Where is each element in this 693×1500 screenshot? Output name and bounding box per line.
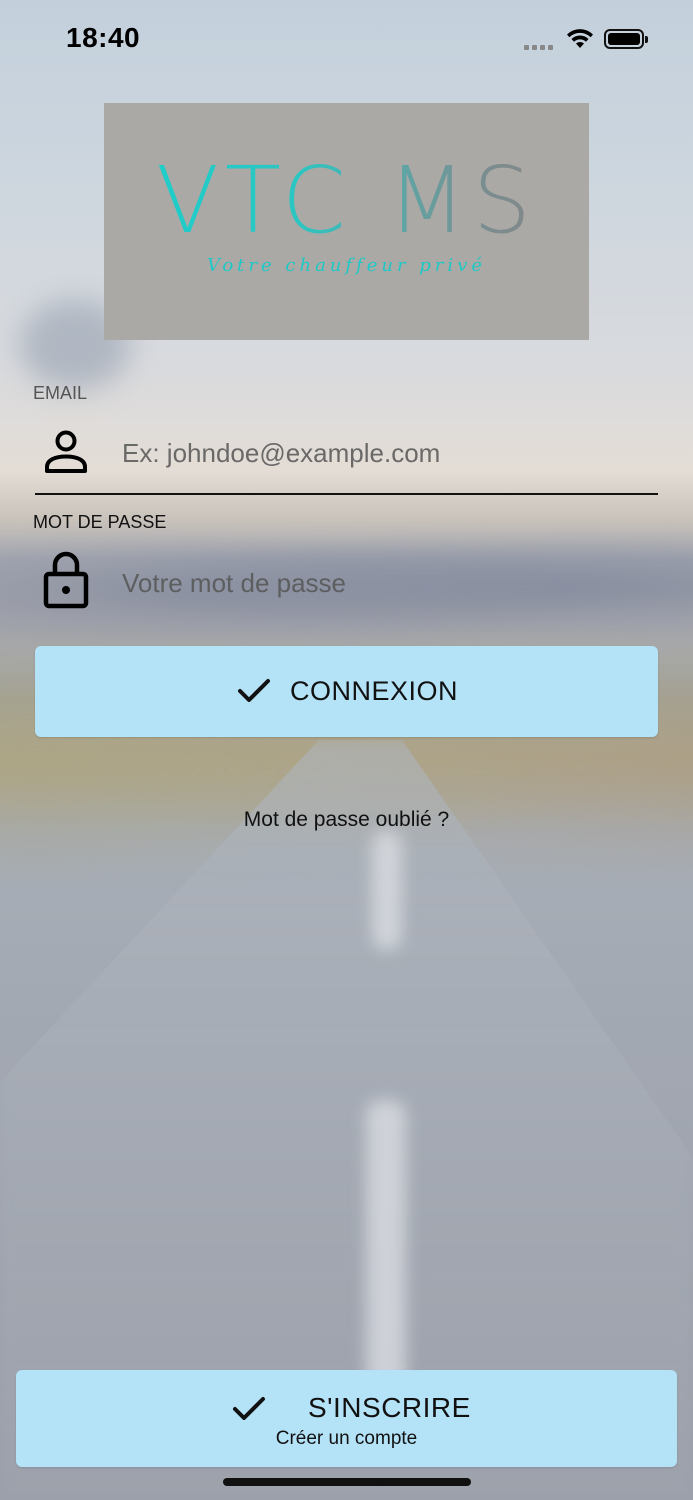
login-button[interactable]: CONNEXION <box>35 646 658 737</box>
status-bar: 18:40 <box>0 0 693 80</box>
checkmark-icon <box>233 1397 265 1420</box>
person-icon <box>45 430 87 473</box>
logo-title: VTC MS <box>104 155 589 247</box>
status-time: 18:40 <box>66 22 141 53</box>
password-input[interactable] <box>122 563 642 603</box>
lock-icon <box>43 551 89 609</box>
cellular-signal-icon <box>524 40 558 50</box>
email-input[interactable] <box>122 433 642 473</box>
checkmark-icon <box>238 679 270 702</box>
signup-button-sublabel: Créer un compte <box>275 1428 418 1449</box>
forgot-password-link[interactable]: Mot de passe oublié ? <box>0 808 693 832</box>
email-field-row <box>35 415 658 495</box>
password-field-row <box>35 545 658 625</box>
login-button-label: CONNEXION <box>290 676 459 706</box>
app-logo: VTC MS Votre chauffeur privé <box>104 103 589 340</box>
wifi-icon <box>567 29 593 48</box>
password-label: MOT DE PASSE <box>33 512 167 532</box>
battery-icon <box>604 29 648 49</box>
signup-button-label: S'INSCRIRE <box>308 1392 471 1423</box>
signup-button[interactable]: S'INSCRIRE Créer un compte <box>16 1370 677 1467</box>
logo-subtitle: Votre chauffeur privé <box>207 255 486 276</box>
home-indicator[interactable] <box>223 1478 471 1486</box>
email-label: EMAIL <box>33 383 88 403</box>
